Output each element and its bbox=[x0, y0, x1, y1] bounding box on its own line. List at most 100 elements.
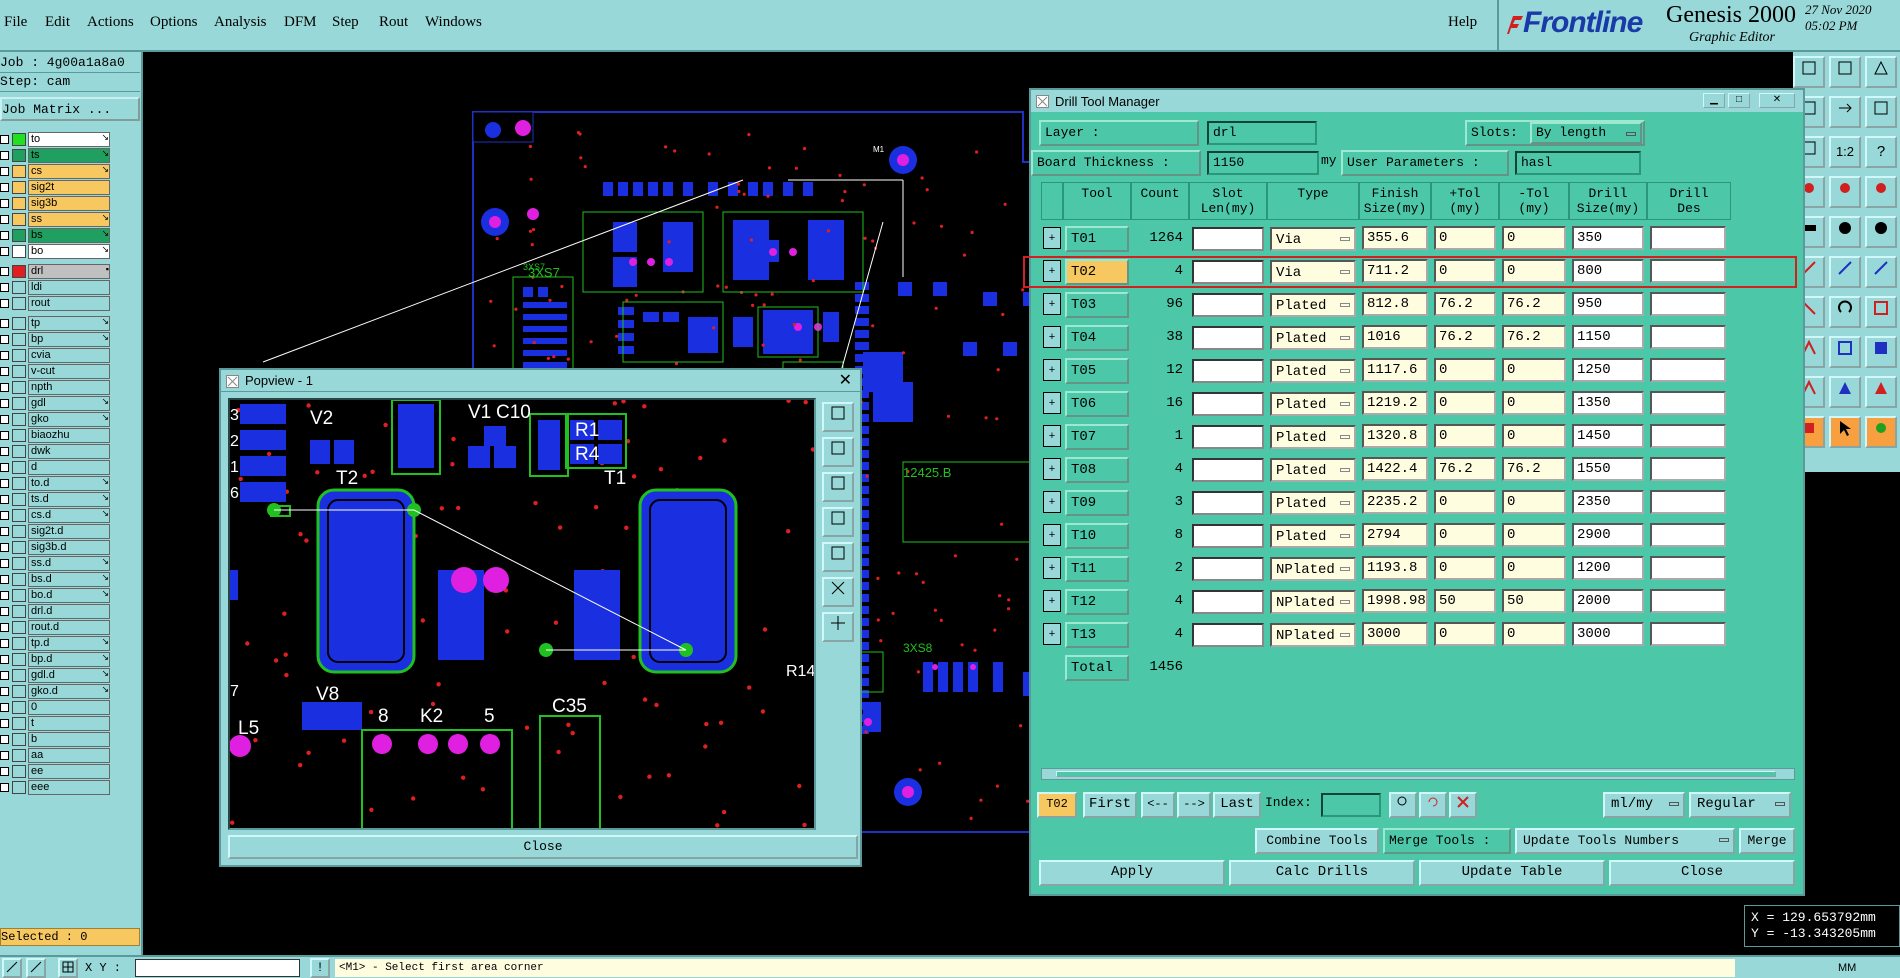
plus-tol-field[interactable]: 76.2 bbox=[1434, 457, 1496, 481]
row-select-icon[interactable]: + bbox=[1043, 260, 1061, 282]
unit-indicator[interactable]: MM bbox=[1832, 959, 1892, 977]
layer-checkbox[interactable] bbox=[0, 319, 9, 328]
layer-color-swatch[interactable] bbox=[12, 181, 26, 194]
layer-color-swatch[interactable] bbox=[12, 621, 26, 634]
toolbar-zoom-1-2-icon[interactable]: 1:2 bbox=[1829, 136, 1861, 168]
plus-tol-field[interactable]: 0 bbox=[1434, 226, 1496, 250]
layer-checkbox[interactable] bbox=[0, 151, 9, 160]
maximize-icon[interactable]: □ bbox=[1728, 93, 1750, 108]
drill-des-field[interactable] bbox=[1650, 589, 1726, 613]
layer-item[interactable]: sig3b bbox=[0, 196, 112, 211]
row-select-icon[interactable]: + bbox=[1043, 623, 1061, 645]
layer-color-swatch[interactable] bbox=[12, 365, 26, 378]
job-matrix-button[interactable]: Job Matrix ... bbox=[0, 97, 140, 121]
minus-tol-field[interactable]: 0 bbox=[1502, 556, 1566, 580]
finish-size-field[interactable]: 355.6 bbox=[1362, 226, 1428, 250]
layer-checkbox[interactable] bbox=[0, 543, 9, 552]
tool-row[interactable]: + T05 12 Plated 1117.6 0 0 1250 bbox=[1031, 354, 1783, 387]
layer-checkbox[interactable] bbox=[0, 575, 9, 584]
plus-tol-field[interactable]: 0 bbox=[1434, 523, 1496, 547]
layer-item[interactable]: ss.d ↘ bbox=[0, 556, 112, 571]
row-select-icon[interactable]: + bbox=[1043, 326, 1061, 348]
index-field[interactable] bbox=[1321, 793, 1381, 817]
layer-color-swatch[interactable] bbox=[12, 381, 26, 394]
drill-size-field[interactable]: 1450 bbox=[1572, 424, 1644, 448]
tool-row[interactable]: + T08 4 Plated 1422.4 76.2 76.2 1550 bbox=[1031, 453, 1783, 486]
tool-cell[interactable]: T11 bbox=[1065, 556, 1129, 582]
prev-button[interactable]: <-- bbox=[1141, 792, 1175, 818]
tool-row[interactable]: + T12 4 NPlated 1998.98 50 50 2000 bbox=[1031, 585, 1783, 618]
layer-color-swatch[interactable] bbox=[12, 281, 26, 294]
layer-item[interactable]: gdl.d ↘ bbox=[0, 668, 112, 683]
layer-item[interactable]: b bbox=[0, 732, 112, 747]
layer-color-swatch[interactable] bbox=[12, 653, 26, 666]
plus-tol-field[interactable]: 0 bbox=[1434, 490, 1496, 514]
plus-tol-field[interactable]: 0 bbox=[1434, 358, 1496, 382]
finish-size-field[interactable]: 1998.98 bbox=[1362, 589, 1428, 613]
finish-size-field[interactable]: 1422.4 bbox=[1362, 457, 1428, 481]
type-select[interactable]: Plated bbox=[1270, 524, 1356, 548]
type-select[interactable]: NPlated bbox=[1270, 557, 1356, 581]
layer-checkbox[interactable] bbox=[0, 479, 9, 488]
type-select[interactable]: Plated bbox=[1270, 293, 1356, 317]
close-button[interactable]: Close bbox=[1609, 860, 1795, 886]
layer-checkbox[interactable] bbox=[0, 415, 9, 424]
plus-tol-field[interactable]: 0 bbox=[1434, 259, 1496, 283]
type-select[interactable]: Plated bbox=[1270, 359, 1356, 383]
search-icon[interactable] bbox=[1389, 792, 1417, 818]
pv-tool-5-icon[interactable] bbox=[822, 542, 854, 572]
merge-button[interactable]: Merge bbox=[1739, 828, 1795, 854]
plus-tol-field[interactable]: 76.2 bbox=[1434, 292, 1496, 316]
layer-color-swatch[interactable] bbox=[12, 749, 26, 762]
drill-size-field[interactable]: 2350 bbox=[1572, 490, 1644, 514]
layer-checkbox[interactable] bbox=[0, 751, 9, 760]
row-select-icon[interactable]: + bbox=[1043, 590, 1061, 612]
drill-des-field[interactable] bbox=[1650, 556, 1726, 580]
merge-select[interactable]: Update Tools Numbers bbox=[1515, 828, 1735, 854]
toolbar-help-icon[interactable]: ? bbox=[1865, 136, 1897, 168]
finish-size-field[interactable]: 2794 bbox=[1362, 523, 1428, 547]
layer-color-swatch[interactable] bbox=[12, 133, 26, 146]
drill-des-field[interactable] bbox=[1650, 325, 1726, 349]
layer-item[interactable]: sig3b.d bbox=[0, 540, 112, 555]
pv-tool-6-icon[interactable] bbox=[822, 577, 854, 607]
slots-select[interactable]: By length bbox=[1530, 122, 1642, 144]
layer-checkbox[interactable] bbox=[0, 623, 9, 632]
user-params-field[interactable]: hasl bbox=[1515, 151, 1641, 175]
layer-color-swatch[interactable] bbox=[12, 525, 26, 538]
layer-color-swatch[interactable] bbox=[12, 149, 26, 162]
toolbar-button-18[interactable] bbox=[1865, 256, 1897, 288]
slot-len-field[interactable] bbox=[1192, 557, 1264, 581]
layer-color-swatch[interactable] bbox=[12, 165, 26, 178]
pv-tool-1-icon[interactable] bbox=[822, 402, 854, 432]
scrollbar-thumb[interactable] bbox=[1056, 771, 1776, 777]
horizontal-scrollbar[interactable] bbox=[1041, 768, 1795, 780]
layer-item[interactable]: drl.d bbox=[0, 604, 112, 619]
board-thickness-field[interactable]: 1150 bbox=[1207, 151, 1319, 175]
drill-size-field[interactable]: 800 bbox=[1572, 259, 1644, 283]
layer-checkbox[interactable] bbox=[0, 559, 9, 568]
layer-item[interactable]: bo.d ↘ bbox=[0, 588, 112, 603]
plus-tol-field[interactable]: 0 bbox=[1434, 424, 1496, 448]
tool-row[interactable]: + T10 8 Plated 2794 0 0 2900 bbox=[1031, 519, 1783, 552]
row-select-icon[interactable]: + bbox=[1043, 425, 1061, 447]
tool-row[interactable]: + T01 1264 Via 355.6 0 0 350 bbox=[1031, 222, 1783, 255]
layer-color-swatch[interactable] bbox=[12, 297, 26, 310]
layer-color-swatch[interactable] bbox=[12, 701, 26, 714]
layer-checkbox[interactable] bbox=[0, 639, 9, 648]
layer-color-swatch[interactable] bbox=[12, 765, 26, 778]
minus-tol-field[interactable]: 0 bbox=[1502, 622, 1566, 646]
tool-cell[interactable]: T02 bbox=[1065, 259, 1129, 285]
slot-len-field[interactable] bbox=[1192, 425, 1264, 449]
drill-des-field[interactable] bbox=[1650, 358, 1726, 382]
tool-row[interactable]: + T07 1 Plated 1320.8 0 0 1450 bbox=[1031, 420, 1783, 453]
layer-item[interactable]: ldi bbox=[0, 280, 112, 295]
xy-input[interactable] bbox=[135, 959, 300, 977]
toolbar-button-5[interactable] bbox=[1829, 96, 1861, 128]
layer-checkbox[interactable] bbox=[0, 607, 9, 616]
menu-windows[interactable]: Windows bbox=[425, 14, 482, 31]
layer-color-swatch[interactable] bbox=[12, 429, 26, 442]
drill-size-field[interactable]: 350 bbox=[1572, 226, 1644, 250]
pv-tool-2-icon[interactable] bbox=[822, 437, 854, 467]
layer-checkbox[interactable] bbox=[0, 655, 9, 664]
